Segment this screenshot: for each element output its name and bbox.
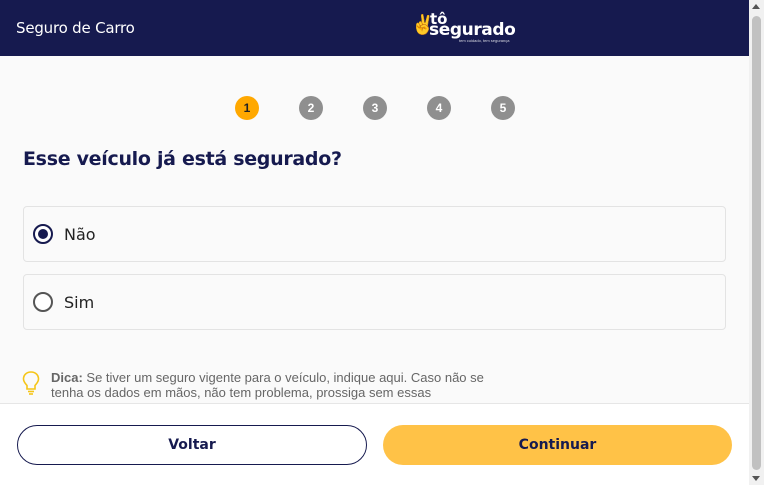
scroll-down-arrow-icon[interactable] [752, 476, 760, 481]
footer-bar: Voltar Continuar [0, 403, 749, 485]
top-header: Seguro de Carro ✌ tô segurado tem cuidad… [0, 0, 749, 56]
tip-body: Se tiver um seguro vigente para o veícul… [51, 370, 484, 400]
scrollbar-thumb[interactable] [752, 16, 761, 470]
option-nao[interactable]: Não [23, 206, 726, 262]
tip-prefix: Dica: [51, 370, 83, 385]
question-title: Esse veículo já está segurado? [23, 148, 342, 170]
continue-button[interactable]: Continuar [383, 425, 732, 465]
header-title: Seguro de Carro [16, 19, 135, 37]
back-button[interactable]: Voltar [17, 425, 367, 465]
option-nao-label: Não [64, 225, 96, 244]
tip-text: Dica: Se tiver um seguro vigente para o … [51, 370, 491, 400]
step-2: 2 [299, 96, 323, 120]
vertical-scrollbar[interactable] [749, 0, 764, 485]
radio-nao[interactable] [33, 224, 53, 244]
scroll-up-arrow-icon[interactable] [752, 4, 760, 9]
option-sim-label: Sim [64, 293, 95, 312]
step-1: 1 [235, 96, 259, 120]
option-sim[interactable]: Sim [23, 274, 726, 330]
step-3: 3 [363, 96, 387, 120]
lightbulb-icon [22, 371, 40, 395]
logo-line2: segurado [429, 20, 516, 40]
step-4: 4 [427, 96, 451, 120]
step-5: 5 [491, 96, 515, 120]
radio-sim[interactable] [33, 292, 53, 312]
logo-tagline: tem cuidado, tem segurança [459, 38, 510, 43]
step-indicator: 1 2 3 4 5 [0, 96, 749, 120]
